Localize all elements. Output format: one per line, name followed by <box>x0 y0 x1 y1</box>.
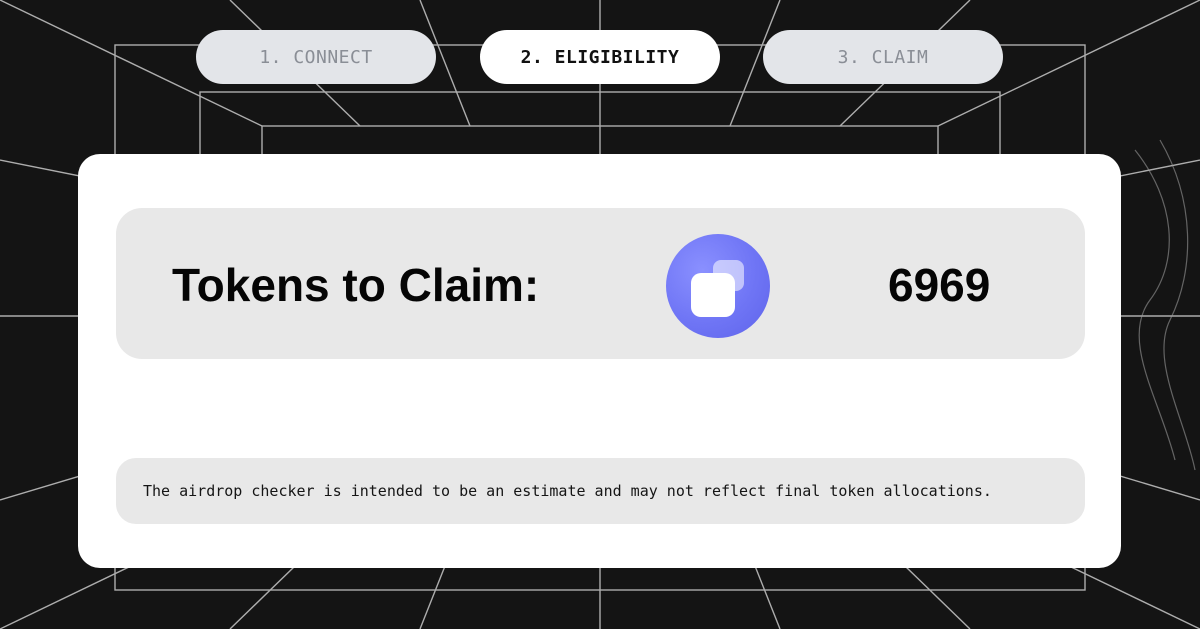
step-indicator: 1. CONNECT 2. ELIGIBILITY 3. CLAIM <box>0 30 1200 84</box>
page: 1. CONNECT 2. ELIGIBILITY 3. CLAIM Token… <box>0 0 1200 629</box>
step-eligibility[interactable]: 2. ELIGIBILITY <box>480 30 720 84</box>
step-claim[interactable]: 3. CLAIM <box>763 30 1003 84</box>
disclaimer-text: The airdrop checker is intended to be an… <box>116 458 1085 524</box>
step-connect[interactable]: 1. CONNECT <box>196 30 436 84</box>
eligibility-card: Tokens to Claim: 6969 The airdrop checke… <box>78 154 1121 568</box>
claim-amount: 6969 <box>888 259 991 311</box>
token-logo-icon <box>666 234 770 338</box>
claim-panel: Tokens to Claim: 6969 <box>116 208 1085 359</box>
tokens-to-claim-label: Tokens to Claim: <box>172 259 540 311</box>
token-logo-glyph <box>691 260 744 317</box>
